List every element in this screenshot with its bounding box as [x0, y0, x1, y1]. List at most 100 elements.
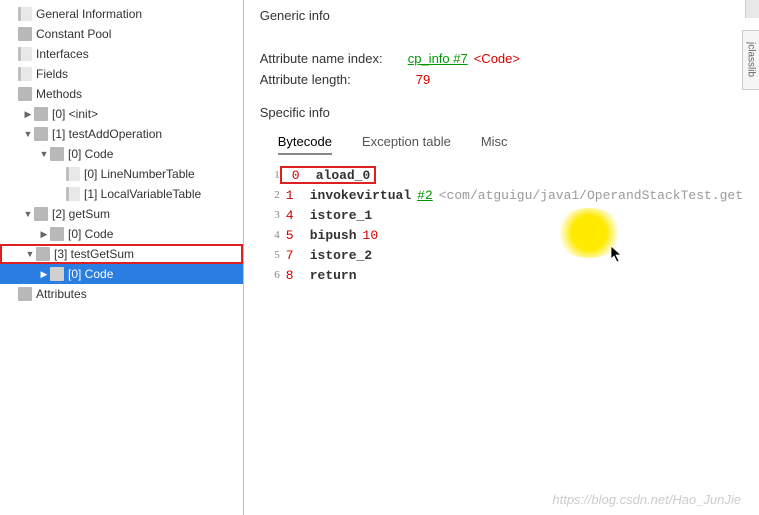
tree-label: Methods	[36, 87, 82, 101]
bytecode-row[interactable]: 6 8 return	[266, 265, 743, 285]
tree-label: Interfaces	[36, 47, 89, 61]
tree-method-getsum[interactable]: ▼ [2] getSum	[0, 204, 243, 224]
tab-misc[interactable]: Misc	[481, 134, 508, 155]
generic-info-section: Generic info Attribute name index: cp_in…	[260, 8, 743, 87]
bc-instruction: bipush	[310, 228, 357, 243]
tree-label: [0] <init>	[52, 107, 98, 121]
attr-length-value: 79	[416, 72, 430, 87]
folder-icon	[50, 267, 64, 281]
bc-lineno: 4	[266, 229, 280, 241]
folder-icon	[34, 207, 48, 221]
bc-arg-trail: <com/atguigu/java1/OperandStackTest.get	[439, 188, 743, 203]
attr-length-row: Attribute length: 79	[260, 72, 743, 87]
bc-offset: 0	[292, 168, 310, 183]
folder-icon	[18, 287, 32, 301]
chevron-down-icon[interactable]: ▼	[24, 249, 36, 259]
folder-icon	[34, 107, 48, 121]
file-icon	[18, 7, 32, 21]
tree-label: Attributes	[36, 287, 87, 301]
tabs: Bytecode Exception table Misc	[278, 134, 743, 155]
file-icon	[66, 167, 80, 181]
folder-icon	[50, 227, 64, 241]
bc-instruction: istore_2	[310, 248, 372, 263]
tree-method-testgetsum[interactable]: ▼ [3] testGetSum	[0, 244, 243, 264]
tree-general-information[interactable]: General Information	[0, 4, 243, 24]
tree-methods[interactable]: Methods	[0, 84, 243, 104]
bytecode-list: 1 0 aload_0 2 1 invokevirtual #2 <com/at…	[266, 165, 743, 285]
bytecode-row[interactable]: 1 0 aload_0	[266, 165, 743, 185]
tree-label: Constant Pool	[36, 27, 111, 41]
bc-instruction: aload_0	[316, 168, 371, 183]
tree-tgs-code[interactable]: ▶ [0] Code	[0, 264, 243, 284]
tree-constant-pool[interactable]: Constant Pool	[0, 24, 243, 44]
bc-lineno: 1	[266, 169, 280, 181]
tree-gs-code[interactable]: ▶ [0] Code	[0, 224, 243, 244]
bc-arg-link[interactable]: #2	[417, 188, 433, 203]
tree-panel: General Information Constant Pool Interf…	[0, 0, 244, 515]
folder-icon	[18, 27, 32, 41]
bytecode-row[interactable]: 3 4 istore_1	[266, 205, 743, 225]
bc-instruction: return	[310, 268, 357, 283]
bc-offset: 8	[286, 268, 304, 283]
tree-tao-localvariabletable[interactable]: [1] LocalVariableTable	[0, 184, 243, 204]
attr-name-label: Attribute name index:	[260, 51, 408, 66]
folder-icon	[36, 247, 50, 261]
chevron-down-icon[interactable]: ▼	[38, 149, 50, 159]
chevron-right-icon[interactable]: ▶	[38, 229, 50, 240]
bc-instruction: invokevirtual	[310, 188, 411, 203]
bc-lineno: 3	[266, 209, 280, 221]
tab-exception-table[interactable]: Exception table	[362, 134, 451, 155]
bytecode-row[interactable]: 4 5 bipush 10	[266, 225, 743, 245]
tree-label: [0] LineNumberTable	[84, 167, 195, 181]
bc-lineno: 6	[266, 269, 280, 281]
tree-method-testaddoperation[interactable]: ▼ [1] testAddOperation	[0, 124, 243, 144]
tree-tao-linenumbertable[interactable]: [0] LineNumberTable	[0, 164, 243, 184]
bc-offset: 4	[286, 208, 304, 223]
highlight-box: 0 aload_0	[280, 166, 377, 184]
tree-method-init[interactable]: ▶ [0] <init>	[0, 104, 243, 124]
chevron-right-icon[interactable]: ▶	[38, 269, 50, 280]
tree-tao-code[interactable]: ▼ [0] Code	[0, 144, 243, 164]
attr-name-row: Attribute name index: cp_info #7 <Code>	[260, 51, 743, 66]
tree-label: [1] LocalVariableTable	[84, 187, 201, 201]
right-tab[interactable]: jclasslib	[742, 30, 759, 90]
bc-offset: 7	[286, 248, 304, 263]
tree-label: [0] Code	[68, 267, 113, 281]
generic-info-title: Generic info	[260, 8, 743, 23]
bc-arg: 10	[363, 228, 379, 243]
file-icon	[18, 47, 32, 61]
specific-info-section: Specific info Bytecode Exception table M…	[260, 105, 743, 285]
tree-label: [2] getSum	[52, 207, 110, 221]
bc-instruction: istore_1	[310, 208, 372, 223]
folder-icon	[34, 127, 48, 141]
tree-label: [0] Code	[68, 147, 113, 161]
watermark: https://blog.csdn.net/Hao_JunJie	[552, 492, 741, 507]
bytecode-row[interactable]: 5 7 istore_2	[266, 245, 743, 265]
tree-label: [3] testGetSum	[54, 247, 134, 261]
scrollbar[interactable]	[745, 0, 759, 18]
tree-label: [1] testAddOperation	[52, 127, 162, 141]
folder-icon	[50, 147, 64, 161]
bc-offset: 1	[286, 188, 304, 203]
cp-info-link[interactable]: cp_info #7	[408, 51, 468, 66]
bc-offset: 5	[286, 228, 304, 243]
detail-panel: jclasslib Generic info Attribute name in…	[244, 0, 759, 515]
tree-fields[interactable]: Fields	[0, 64, 243, 84]
chevron-down-icon[interactable]: ▼	[22, 129, 34, 139]
bc-lineno: 2	[266, 189, 280, 201]
bytecode-row[interactable]: 2 1 invokevirtual #2 <com/atguigu/java1/…	[266, 185, 743, 205]
tree-label: Fields	[36, 67, 68, 81]
file-icon	[66, 187, 80, 201]
tree-label: [0] Code	[68, 227, 113, 241]
tree-attributes[interactable]: Attributes	[0, 284, 243, 304]
chevron-down-icon[interactable]: ▼	[22, 209, 34, 219]
chevron-right-icon[interactable]: ▶	[22, 109, 34, 120]
tree-interfaces[interactable]: Interfaces	[0, 44, 243, 64]
folder-icon	[18, 87, 32, 101]
attr-length-label: Attribute length:	[260, 72, 408, 87]
code-tag: <Code>	[474, 51, 520, 66]
bc-lineno: 5	[266, 249, 280, 261]
tree-label: General Information	[36, 7, 142, 21]
file-icon	[18, 67, 32, 81]
tab-bytecode[interactable]: Bytecode	[278, 134, 332, 155]
